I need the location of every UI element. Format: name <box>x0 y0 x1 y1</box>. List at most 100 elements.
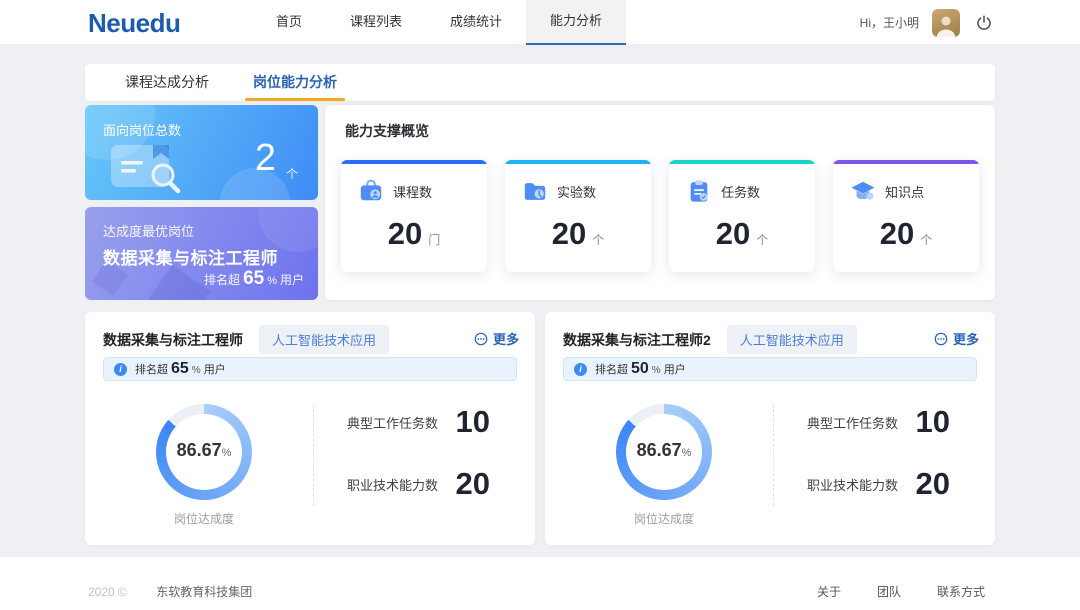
dashboard-page: Neuedu 首页 课程列表 成绩统计 能力分析 Hi，王小明 <box>0 0 1080 610</box>
rank-percent-sign: % <box>652 365 661 376</box>
more-button[interactable]: 更多 <box>934 329 979 348</box>
stat-card-courses: 课程数 20 门 <box>341 160 487 272</box>
logout-power-button[interactable] <box>973 12 995 34</box>
best-position-rank: 排名超 65 % 用户 <box>204 268 304 290</box>
stat-row-skills: 职业技术能力数 20 <box>807 462 950 506</box>
rank-suffix: 用户 <box>280 271 304 288</box>
rank-banner: i 排名超 65 % 用户 <box>103 357 517 381</box>
stat-row-label: 职业技术能力数 <box>347 475 438 494</box>
stat-label: 实验数 <box>557 182 596 201</box>
user-greeting: Hi，王小明 <box>860 14 919 31</box>
stat-value: 20 <box>552 216 586 251</box>
circle-ellipsis-icon <box>934 332 948 346</box>
attainment-donut-chart: 86.67 % <box>616 404 712 500</box>
rank-banner: i 排名超 50 % 用户 <box>563 357 977 381</box>
course-icon <box>358 178 384 204</box>
position-tag: 人工智能技术应用 <box>259 325 389 354</box>
brand-logo[interactable]: Neuedu <box>88 8 180 39</box>
more-button[interactable]: 更多 <box>474 329 519 348</box>
footer-link-about[interactable]: 关于 <box>817 583 841 600</box>
stat-row-value: 20 <box>916 466 950 502</box>
stat-unit: 个 <box>592 233 604 247</box>
stat-card-knowledge: 知识点 20 个 <box>833 160 979 272</box>
page-footer: 2020 © 东软教育科技集团 关于 团队 联系方式 <box>0 557 1080 610</box>
rank-prefix: 排名超 <box>135 361 168 377</box>
knowledge-icon <box>850 178 876 204</box>
attainment-donut-chart: 86.67 % <box>156 404 252 500</box>
more-label: 更多 <box>953 329 979 348</box>
rank-value: 65 <box>171 360 189 378</box>
stat-label: 知识点 <box>885 182 924 201</box>
total-positions-card: 面向岗位总数 2 个 <box>85 105 318 200</box>
analysis-tabbar: 课程达成分析 岗位能力分析 <box>85 64 995 101</box>
nav-item-ability[interactable]: 能力分析 <box>526 0 626 45</box>
stat-card-experiments: 实验数 20 个 <box>505 160 651 272</box>
stat-row-value: 10 <box>456 404 490 440</box>
info-icon: i <box>114 363 127 376</box>
position-card-1: 数据采集与标注工程师 人工智能技术应用 更多 i 排名超 65 % 用户 <box>85 312 535 545</box>
nav-item-home[interactable]: 首页 <box>252 0 326 45</box>
stat-value: 20 <box>388 216 422 251</box>
main-nav: 首页 课程列表 成绩统计 能力分析 <box>252 0 626 45</box>
nav-item-courses[interactable]: 课程列表 <box>326 0 426 45</box>
stat-row-value: 10 <box>916 404 950 440</box>
rank-suffix: 用户 <box>664 361 686 377</box>
rank-suffix: 用户 <box>204 361 226 377</box>
overview-title: 能力支撑概览 <box>345 121 429 141</box>
donut-value: 86.67 <box>637 440 682 461</box>
experiment-icon <box>522 178 548 204</box>
active-tab-underline <box>245 98 345 101</box>
stat-value: 20 <box>880 216 914 251</box>
tab-position-analysis-label: 岗位能力分析 <box>253 74 337 90</box>
footer-link-contact[interactable]: 联系方式 <box>937 583 985 600</box>
rank-percent-sign: % <box>192 365 201 376</box>
stat-label: 任务数 <box>721 182 760 201</box>
info-icon: i <box>574 363 587 376</box>
power-icon <box>975 14 993 32</box>
position-tag: 人工智能技术应用 <box>727 325 857 354</box>
rank-prefix: 排名超 <box>204 271 240 288</box>
task-icon <box>686 178 712 204</box>
dashed-divider <box>773 404 774 506</box>
company-name: 东软教育科技集团 <box>156 585 252 599</box>
stat-unit: 个 <box>756 233 768 247</box>
footer-links: 关于 团队 联系方式 <box>817 583 985 600</box>
stat-row-label: 职业技术能力数 <box>807 475 898 494</box>
best-position-card: 达成度最优岗位 数据采集与标注工程师 排名超 65 % 用户 <box>85 207 318 300</box>
donut-percent-sign: % <box>222 447 232 459</box>
position-title: 数据采集与标注工程师 <box>103 330 243 350</box>
position-stats: 典型工作任务数 10 职业技术能力数 20 <box>807 400 950 524</box>
overview-stat-cards: 课程数 20 门 实验数 20 个 <box>337 160 983 272</box>
top-nav: Neuedu 首页 课程列表 成绩统计 能力分析 Hi，王小明 <box>0 0 1080 45</box>
stat-label: 课程数 <box>393 182 432 201</box>
stat-unit: 门 <box>428 233 440 247</box>
stat-row-label: 典型工作任务数 <box>807 413 898 432</box>
tab-position-analysis[interactable]: 岗位能力分析 <box>231 64 359 101</box>
nav-item-grades[interactable]: 成绩统计 <box>426 0 526 45</box>
capability-overview-panel: 能力支撑概览 课程数 20 门 <box>325 105 995 300</box>
tab-course-analysis[interactable]: 课程达成分析 <box>103 64 231 101</box>
circle-ellipsis-icon <box>474 332 488 346</box>
stat-value: 20 <box>716 216 750 251</box>
best-position-name: 数据采集与标注工程师 <box>103 244 278 269</box>
best-position-title: 达成度最优岗位 <box>103 221 194 240</box>
donut-label: 岗位达成度 <box>606 510 722 527</box>
user-area: Hi，王小明 <box>860 0 995 45</box>
stat-card-tasks: 任务数 20 个 <box>669 160 815 272</box>
footer-link-team[interactable]: 团队 <box>877 583 901 600</box>
position-stats: 典型工作任务数 10 职业技术能力数 20 <box>347 400 490 524</box>
document-search-illustration <box>105 137 213 197</box>
stat-row-tasks: 典型工作任务数 10 <box>807 400 950 444</box>
stat-unit: 个 <box>920 233 932 247</box>
more-label: 更多 <box>493 329 519 348</box>
position-card-2: 数据采集与标注工程师2 人工智能技术应用 更多 i 排名超 50 % 用户 <box>545 312 995 545</box>
total-positions-unit: 个 <box>286 165 298 182</box>
donut-label: 岗位达成度 <box>146 510 262 527</box>
stat-row-label: 典型工作任务数 <box>347 413 438 432</box>
stat-row-tasks: 典型工作任务数 10 <box>347 400 490 444</box>
avatar[interactable] <box>932 9 960 37</box>
decorative-shape <box>146 265 210 300</box>
person-photo-icon <box>932 11 960 37</box>
copyright-year: 2020 © <box>88 585 127 599</box>
donut-percent-sign: % <box>682 447 692 459</box>
